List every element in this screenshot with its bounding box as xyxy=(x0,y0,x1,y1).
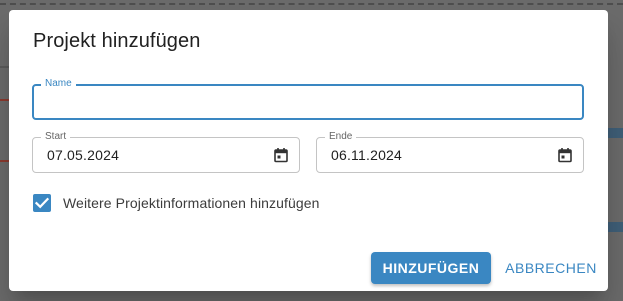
background-bar xyxy=(608,222,623,232)
start-date-label: Start xyxy=(41,130,71,144)
end-date-value[interactable]: 06.11.2024 xyxy=(331,147,402,163)
checkmark-icon xyxy=(34,197,50,209)
end-date-field[interactable]: Ende 06.11.2024 xyxy=(316,130,584,173)
start-date-field[interactable]: Start 07.05.2024 xyxy=(32,130,300,173)
calendar-icon[interactable] xyxy=(558,148,572,163)
more-info-label[interactable]: Weitere Projektinformationen hinzufügen xyxy=(63,195,320,211)
more-info-checkbox[interactable] xyxy=(33,194,51,212)
background-bar xyxy=(608,128,623,138)
name-field[interactable]: Name xyxy=(32,77,584,120)
calendar-icon[interactable] xyxy=(274,148,288,163)
add-button[interactable]: HINZUFÜGEN xyxy=(371,252,491,284)
background-divider xyxy=(0,3,623,5)
cancel-button[interactable]: ABBRECHEN xyxy=(503,252,599,284)
name-field-label: Name xyxy=(41,77,76,91)
start-date-value[interactable]: 07.05.2024 xyxy=(47,147,119,163)
dialog-title: Projekt hinzufügen xyxy=(33,30,201,52)
add-project-dialog: Projekt hinzufügen Name Start 07.05.2024… xyxy=(9,10,608,291)
end-date-label: Ende xyxy=(325,130,357,144)
